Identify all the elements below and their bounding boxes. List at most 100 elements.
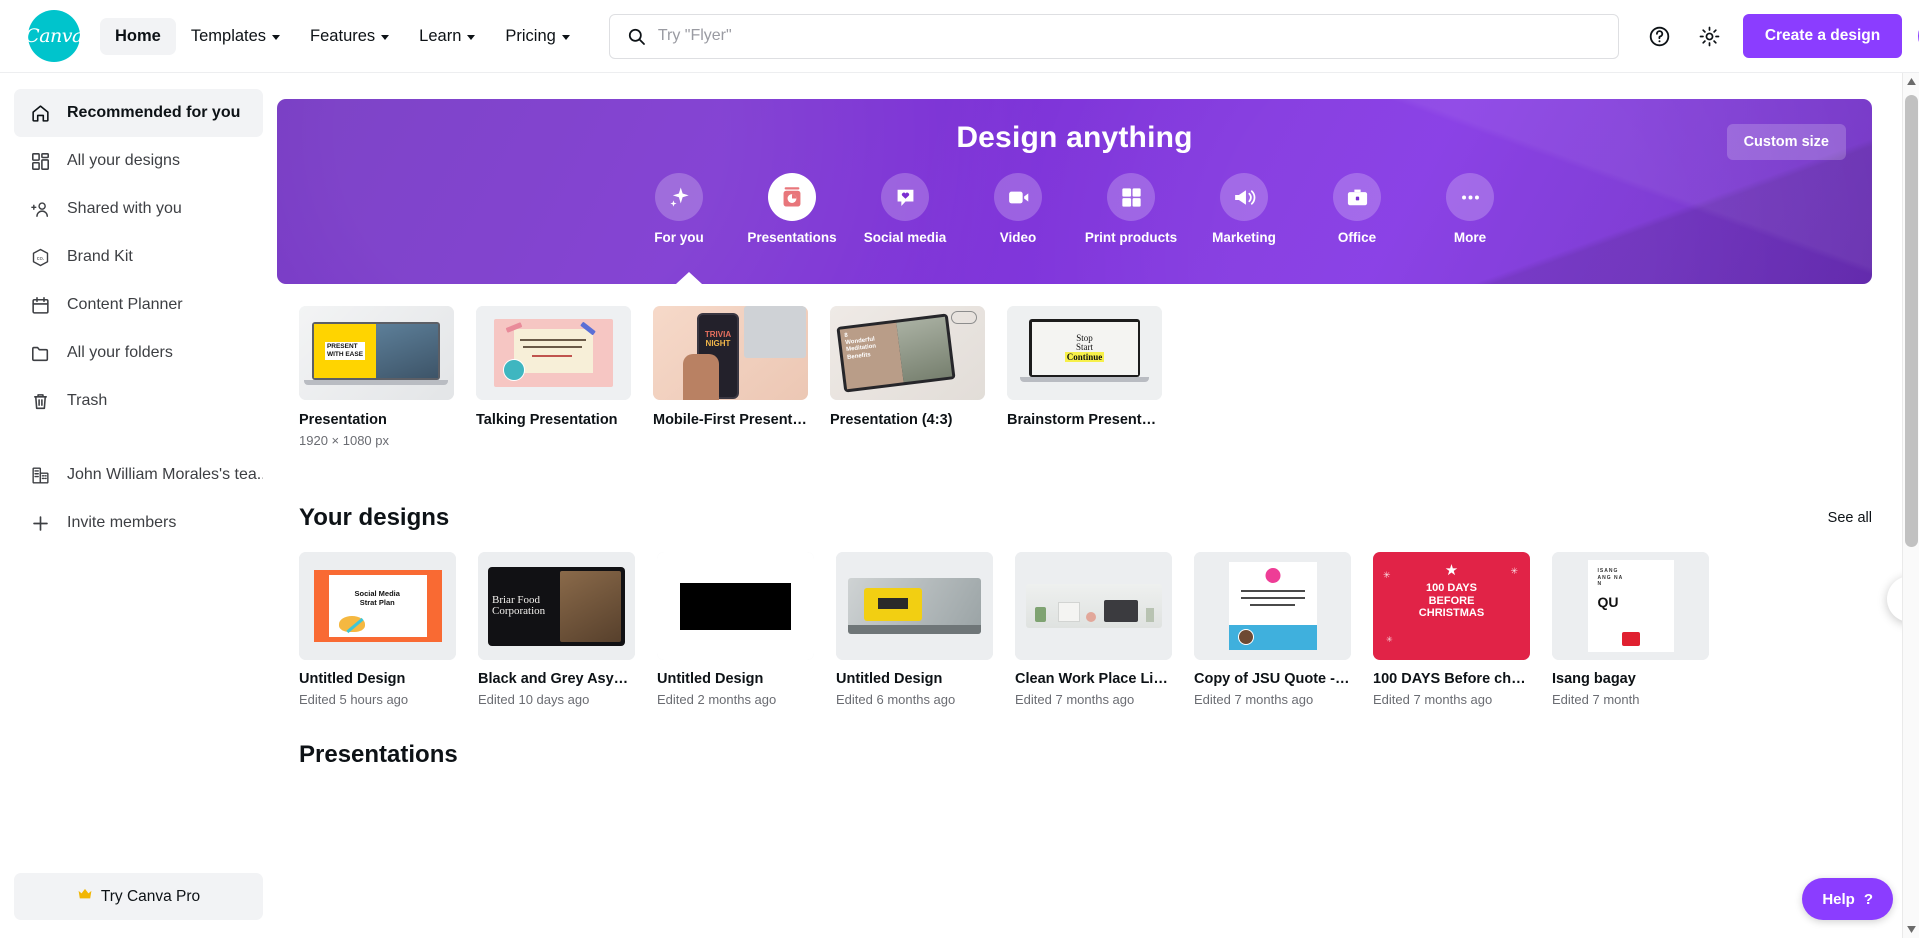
design-card[interactable]: Briar Food Corporation Black and Grey Asy… (478, 552, 635, 707)
category-marketing[interactable]: Marketing (1188, 173, 1301, 245)
sidebar-label-brand-kit: Brand Kit (67, 248, 133, 265)
template-thumbnail (476, 306, 631, 400)
design-card[interactable]: Clean Work Place LinkedIn... Edited 7 mo… (1015, 552, 1172, 707)
design-card[interactable]: ★ 100 DAYS BEFORE CHRISTMAS ✳ ✳ ✳ 100 DAYS… (1373, 552, 1530, 707)
design-card[interactable]: Social Media Strat Plan Untitled Design E… (299, 552, 456, 707)
sidebar-label-trash: Trash (67, 392, 108, 409)
scrollbar-down-arrow[interactable] (1903, 921, 1919, 938)
design-name: Black and Grey Asymmetri... (478, 671, 635, 687)
design-thumbnail (836, 552, 993, 660)
your-designs-row: Social Media Strat Plan Untitled Design E… (277, 532, 1919, 707)
scrollbar-thumb[interactable] (1905, 95, 1918, 547)
sidebar-item-shared[interactable]: Shared with you (14, 185, 263, 233)
plus-icon (28, 513, 52, 534)
category-more[interactable]: More (1414, 173, 1527, 245)
sparkle-icon (655, 173, 703, 221)
design-edited: Edited 10 days ago (478, 692, 590, 707)
category-print-products[interactable]: Print products (1075, 173, 1188, 245)
design-card[interactable]: Untitled Design Edited 6 months ago (836, 552, 993, 707)
sidebar-item-all-designs[interactable]: All your designs (14, 137, 263, 185)
category-label-social-media: Social media (863, 230, 947, 245)
template-name: Mobile-First Presentation (653, 412, 808, 428)
home-icon (28, 103, 52, 124)
nav-label-pricing: Pricing (505, 26, 556, 45)
template-card-presentation-4-3[interactable]: 8 Wonderful Meditation Benefits Presentatio… (830, 306, 985, 448)
nav-item-home[interactable]: Home (100, 17, 176, 55)
chevron-down-icon (381, 34, 390, 40)
template-thumbnail: TRIVIA NIGHT (653, 306, 808, 400)
design-thumbnail: Social Media Strat Plan (299, 552, 456, 660)
page-scrollbar[interactable] (1902, 73, 1919, 938)
template-card-talking-presentation[interactable]: Talking Presentation (476, 306, 631, 448)
template-card-brainstorm[interactable]: Stop Start Continue Brainstorm Presentati… (1007, 306, 1162, 448)
gear-icon[interactable] (1693, 19, 1727, 53)
sidebar-item-recommended[interactable]: Recommended for you (14, 89, 263, 137)
sidebar-label-content-planner: Content Planner (67, 296, 183, 313)
search-input[interactable] (657, 27, 1601, 45)
help-button[interactable]: Help ? (1802, 878, 1893, 920)
category-presentations[interactable]: Presentations (736, 173, 849, 245)
active-category-pointer (676, 272, 702, 284)
crown-icon (77, 887, 93, 906)
template-row: PRESENT WITH EASE Presentation 1920 × 108… (277, 284, 1872, 448)
design-card[interactable]: Copy of JSU Quote - VAB P... Edited 7 mo… (1194, 552, 1351, 707)
category-video[interactable]: Video (962, 173, 1075, 245)
briefcase-icon (1333, 173, 1381, 221)
design-card[interactable]: ISANG ANG NA N QU Isang bagay Edited 7 mon… (1552, 552, 1709, 707)
top-navigation-bar: Canva Home Templates Features Learn Pric… (0, 0, 1919, 73)
template-card-mobile-first[interactable]: TRIVIANIGHT Mobile-First Presentation (653, 306, 808, 448)
search-box[interactable] (608, 13, 1619, 59)
scrollbar-up-arrow[interactable] (1903, 73, 1919, 90)
nav-item-features[interactable]: Features (295, 18, 404, 55)
help-circle-icon[interactable] (1643, 19, 1677, 53)
nav-label-learn: Learn (419, 26, 462, 45)
sidebar-item-trash[interactable]: Trash (14, 377, 263, 425)
custom-size-button[interactable]: Custom size (1726, 124, 1846, 160)
heart-chat-icon (881, 173, 929, 221)
sidebar-footer: Try Canva Pro (14, 873, 263, 938)
sidebar-label-all-folders: All your folders (67, 344, 173, 361)
canva-logo[interactable]: Canva (25, 10, 83, 62)
sidebar-item-brand-kit[interactable]: co. Brand Kit (14, 233, 263, 281)
design-thumbnail (1015, 552, 1172, 660)
design-edited: Edited 7 months ago (1015, 692, 1135, 707)
category-social-media[interactable]: Social media (849, 173, 962, 245)
sidebar-item-all-folders[interactable]: All your folders (14, 329, 263, 377)
try-canva-pro-button[interactable]: Try Canva Pro (14, 873, 263, 920)
design-card[interactable]: Untitled Design Edited 2 months ago (657, 552, 814, 707)
sidebar-item-invite-members[interactable]: Invite members (14, 499, 263, 547)
design-name: Untitled Design (299, 671, 406, 687)
category-label-video: Video (999, 230, 1037, 245)
calendar-icon (28, 295, 52, 316)
presentations-section-title: Presentations (299, 741, 458, 768)
category-label-print-products: Print products (1084, 230, 1178, 245)
design-thumbnail: ★ 100 DAYS BEFORE CHRISTMAS ✳ ✳ ✳ (1373, 552, 1530, 660)
category-switcher: For you Presentations Social media Video… (623, 173, 1527, 245)
design-name: Untitled Design (836, 671, 943, 687)
design-edited: Edited 6 months ago (836, 692, 956, 707)
megaphone-icon (1220, 173, 1268, 221)
nav-item-pricing[interactable]: Pricing (490, 18, 584, 55)
design-name: Untitled Design (657, 671, 764, 687)
design-edited: Edited 7 months ago (1194, 692, 1314, 707)
design-name: Isang bagay (1552, 671, 1636, 687)
sidebar-item-team[interactable]: John William Morales's tea... (14, 451, 263, 499)
folder-icon (28, 343, 52, 364)
nav-label-home: Home (115, 26, 161, 45)
sidebar-item-content-planner[interactable]: Content Planner (14, 281, 263, 329)
sidebar-label-team: John William Morales's tea... (67, 466, 263, 483)
ellipsis-icon (1446, 173, 1494, 221)
chevron-down-icon (561, 34, 570, 40)
category-label-more: More (1453, 230, 1487, 245)
see-all-link[interactable]: See all (1828, 510, 1872, 526)
category-office[interactable]: Office (1301, 173, 1414, 245)
template-card-presentation[interactable]: PRESENT WITH EASE Presentation 1920 × 108… (299, 306, 454, 448)
nav-item-templates[interactable]: Templates (176, 18, 295, 55)
search-icon (628, 28, 645, 45)
create-a-design-button[interactable]: Create a design (1742, 14, 1903, 58)
category-for-you[interactable]: For you (623, 173, 736, 245)
nav-item-learn[interactable]: Learn (404, 18, 490, 55)
top-bar-actions: Create a design JW (1643, 14, 1919, 58)
try-canva-pro-label: Try Canva Pro (100, 887, 201, 905)
design-name: 100 DAYS Before christmas (1373, 671, 1530, 687)
